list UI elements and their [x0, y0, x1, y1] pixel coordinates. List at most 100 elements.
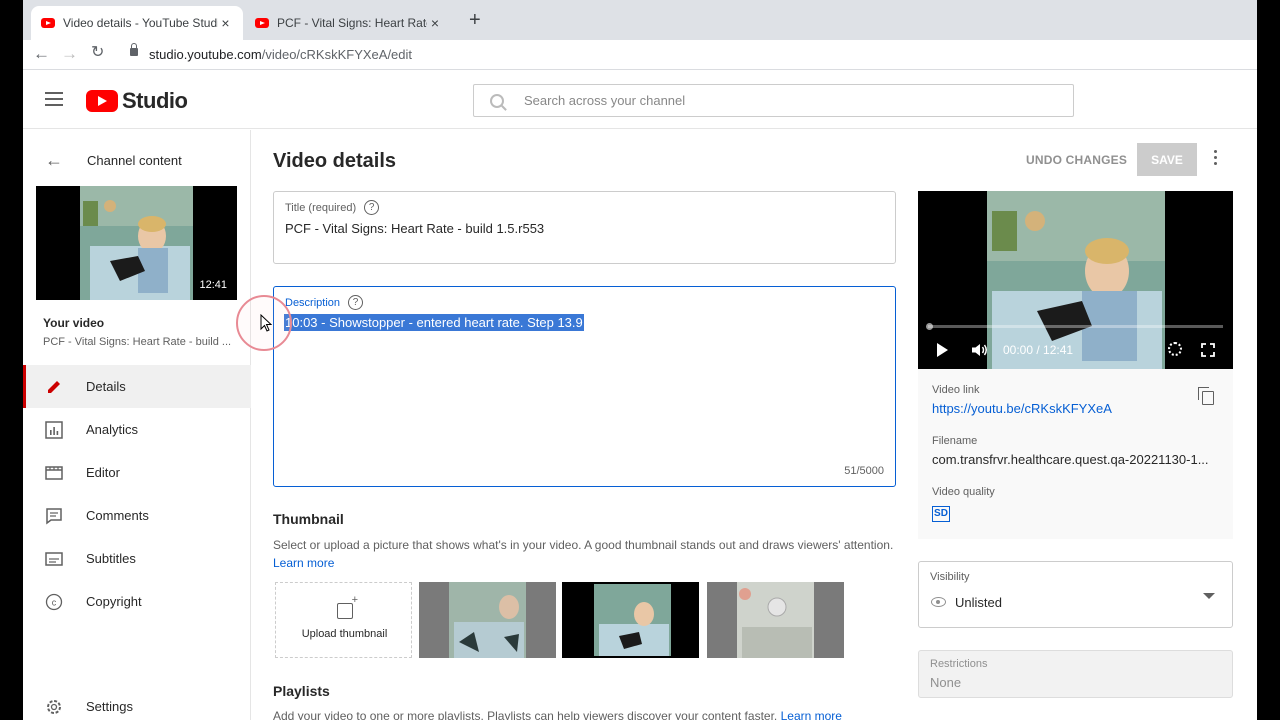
youtube-logo-icon [86, 90, 118, 112]
menu-icon[interactable] [45, 92, 63, 106]
visibility-value: Unlisted [955, 595, 1002, 610]
more-options-icon[interactable] [1209, 150, 1221, 170]
studio-logo[interactable]: Studio [86, 88, 188, 114]
upload-thumbnail-label: Upload thumbnail [301, 628, 388, 640]
description-field-label-row: Description ? [285, 295, 364, 310]
character-count: 51/5000 [844, 465, 884, 477]
thumbnail-heading: Thumbnail [273, 511, 344, 527]
search-box[interactable] [473, 84, 1074, 117]
url-path: /video/cRKskKFYXeA/edit [261, 47, 413, 62]
reload-icon[interactable]: ↻ [91, 43, 104, 63]
channel-content-link[interactable]: ← Channel content [45, 150, 182, 171]
tab-pcf-video[interactable]: PCF - Vital Signs: Heart Rate - bu × [245, 6, 453, 40]
forward-button[interactable]: → [61, 44, 78, 64]
visibility-dropdown[interactable]: Visibility Unlisted [918, 561, 1233, 628]
back-arrow-icon: ← [45, 150, 63, 170]
comments-icon [46, 507, 62, 524]
playlists-description: Add your video to one or more playlists.… [273, 709, 842, 720]
fullscreen-icon[interactable] [1201, 343, 1215, 357]
copyright-icon: c [45, 593, 63, 610]
close-tab-icon[interactable]: × [218, 15, 233, 31]
filename-label: Filename [932, 435, 978, 447]
studio-header: Studio [23, 71, 1257, 129]
gear-icon [47, 699, 61, 714]
progress-bar[interactable] [926, 323, 1223, 330]
dropdown-caret-icon [1203, 593, 1215, 599]
thumbnail-learn-more-link[interactable]: Learn more [273, 556, 334, 570]
video-info-card: Video link https://youtu.be/cRKskKFYXeA … [918, 369, 1233, 539]
sidebar-item-analytics[interactable]: Analytics [23, 408, 251, 451]
sd-quality-badge: SD [932, 506, 950, 522]
address-bar: ← → ↻ studio.youtube.com/video/cRKskKFYX… [23, 40, 1257, 70]
sidebar-item-copyright[interactable]: c Copyright [23, 580, 251, 623]
thumbnail-image [419, 582, 556, 658]
new-tab-button[interactable]: + [469, 10, 481, 30]
sidebar-item-label: Copyright [86, 594, 142, 609]
title-field[interactable]: Title (required) ? PCF - Vital Signs: He… [273, 191, 896, 264]
video-link[interactable]: https://youtu.be/cRKskKFYXeA [932, 401, 1112, 416]
thumbnail-image [564, 584, 697, 656]
title-label: Title (required) [285, 201, 357, 214]
title-field-label-row: Title (required) ? [285, 200, 380, 215]
restrictions-label: Restrictions [930, 658, 988, 670]
add-image-icon [337, 594, 358, 619]
progress-scrubber[interactable] [926, 323, 933, 330]
your-video-label: Your video [43, 316, 105, 330]
thumbnail-option-3[interactable] [707, 582, 844, 658]
time-display: 00:00 / 12:41 [1003, 343, 1074, 357]
analytics-icon [45, 420, 63, 439]
sidebar-item-label: Analytics [86, 422, 139, 437]
sidebar-item-label: Editor [86, 465, 120, 480]
thumbnail-scene [80, 186, 193, 300]
thumbnail-option-1[interactable] [419, 582, 556, 658]
sidebar-item-editor[interactable]: Editor [23, 451, 251, 494]
close-tab-icon[interactable]: × [427, 15, 443, 31]
eye-icon [931, 597, 946, 607]
play-button[interactable] [937, 343, 948, 357]
subtitles-icon [45, 551, 63, 566]
copy-icon[interactable] [1198, 387, 1214, 405]
sidebar-item-comments[interactable]: Comments [23, 494, 251, 537]
playlists-description-text: Add your video to one or more playlists.… [273, 709, 778, 720]
mouse-cursor-icon [260, 314, 272, 332]
video-link-label: Video link [932, 384, 980, 396]
title-value[interactable]: PCF - Vital Signs: Heart Rate - build 1.… [285, 221, 544, 236]
video-thumbnail[interactable]: 12:41 [36, 186, 237, 300]
visibility-label: Visibility [930, 571, 970, 583]
thumbnail-image [707, 582, 844, 658]
tab-title: Video details - YouTube Studio [63, 16, 218, 30]
help-icon[interactable]: ? [348, 295, 364, 310]
sidebar-item-subtitles[interactable]: Subtitles [23, 537, 251, 580]
logo-text: Studio [122, 88, 188, 113]
search-icon [490, 93, 504, 108]
undo-changes-button[interactable]: UNDO CHANGES [1026, 153, 1127, 167]
thumbnail-description: Select or upload a picture that shows wh… [273, 538, 894, 552]
volume-icon[interactable] [971, 343, 989, 357]
sidebar-item-settings[interactable]: Settings [23, 685, 251, 720]
pencil-icon [48, 380, 60, 393]
description-field[interactable]: Description ? 10:03 - Showstopper - ente… [273, 286, 896, 487]
sidebar-item-label: Subtitles [86, 551, 136, 566]
save-button[interactable]: SAVE [1137, 143, 1197, 176]
search-input[interactable] [524, 93, 1044, 108]
back-button[interactable]: ← [33, 44, 50, 64]
video-quality-label: Video quality [932, 486, 995, 498]
url-field[interactable]: studio.youtube.com/video/cRKskKFYXeA/edi… [149, 47, 412, 62]
youtube-favicon-icon [255, 18, 269, 28]
upload-thumbnail-button[interactable]: Upload thumbnail [275, 582, 412, 658]
sidebar-item-details[interactable]: Details [23, 365, 251, 408]
lock-icon[interactable] [130, 43, 138, 56]
thumbnail-option-2-selected[interactable] [562, 582, 699, 658]
sidebar: ← Channel content 12:41 Your video PCF -… [23, 130, 251, 720]
description-label: Description [285, 296, 341, 309]
tab-video-details[interactable]: Video details - YouTube Studio × [31, 6, 243, 40]
video-player[interactable]: 00:00 / 12:41 [918, 191, 1233, 369]
description-value[interactable]: 10:03 - Showstopper - entered heart rate… [284, 314, 584, 331]
help-icon[interactable]: ? [364, 200, 380, 215]
page-title: Video details [273, 150, 397, 172]
sidebar-item-label: Comments [86, 508, 149, 523]
playlists-learn-more-link[interactable]: Learn more [781, 709, 842, 720]
player-settings-icon[interactable] [1168, 342, 1182, 356]
tab-title: PCF - Vital Signs: Heart Rate - bu [277, 16, 427, 30]
sidebar-item-label: Settings [86, 699, 133, 714]
